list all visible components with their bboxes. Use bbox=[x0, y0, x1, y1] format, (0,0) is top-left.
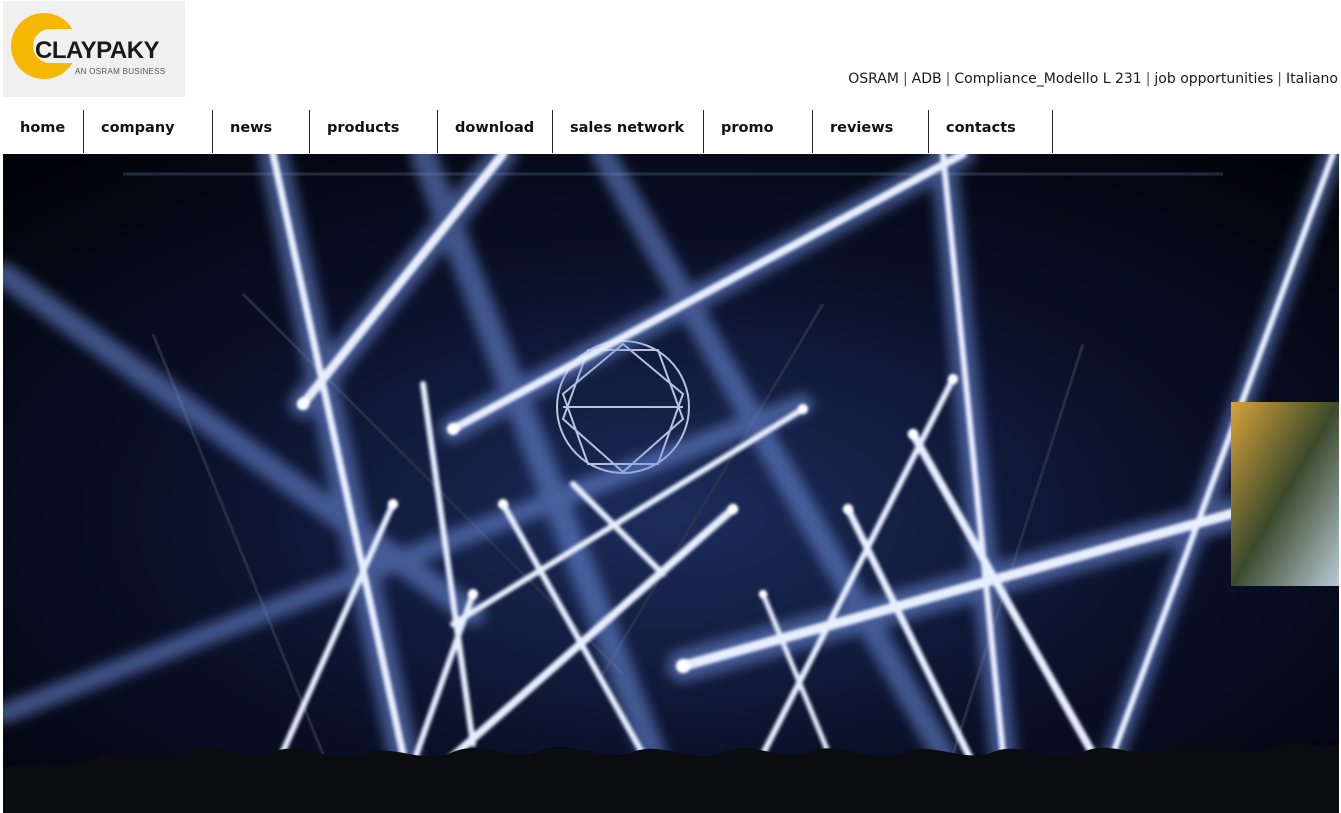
separator: | bbox=[1277, 71, 1282, 87]
top-link-osram[interactable]: OSRAM bbox=[848, 71, 899, 87]
claypaky-logo[interactable]: CLAYPAKY AN OSRAM BUSINESS bbox=[3, 1, 185, 97]
nav-item-products[interactable]: products bbox=[310, 110, 438, 153]
separator: | bbox=[1145, 71, 1151, 87]
nav-item-home[interactable]: home bbox=[3, 110, 84, 153]
crowd-silhouette bbox=[3, 743, 1339, 813]
top-links: OSRAM | ADB | Compliance_Modello L 231 | job o… bbox=[848, 71, 1338, 87]
main-nav: home company news products download sale… bbox=[3, 110, 1053, 153]
video-screen bbox=[1231, 402, 1339, 586]
separator: | bbox=[945, 71, 951, 87]
top-link-adb[interactable]: ADB bbox=[912, 71, 942, 87]
logo-wordmark: CLAYPAKY bbox=[35, 37, 160, 64]
nav-item-sales-network[interactable]: sales network bbox=[553, 110, 704, 153]
nav-item-download[interactable]: download bbox=[438, 110, 553, 153]
top-link-jobs[interactable]: job opportunities bbox=[1154, 71, 1273, 87]
nav-item-contacts[interactable]: contacts bbox=[929, 110, 1053, 153]
top-link-italiano[interactable]: Italiano bbox=[1286, 71, 1338, 87]
nav-item-promo[interactable]: promo bbox=[704, 110, 813, 153]
nav-item-news[interactable]: news bbox=[213, 110, 310, 153]
nav-item-company[interactable]: company bbox=[84, 110, 213, 153]
nav-item-reviews[interactable]: reviews bbox=[813, 110, 929, 153]
hero-concert-image bbox=[3, 154, 1339, 813]
logo-tagline: AN OSRAM BUSINESS bbox=[75, 67, 166, 76]
top-link-compliance[interactable]: Compliance_Modello L 231 bbox=[954, 71, 1141, 87]
hero-illustration bbox=[3, 154, 1339, 813]
separator: | bbox=[902, 71, 908, 87]
